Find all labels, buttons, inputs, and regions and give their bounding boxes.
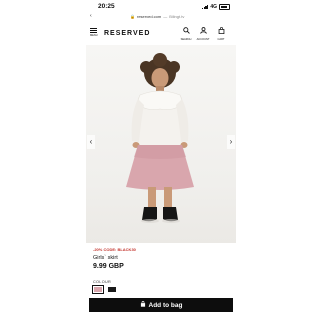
user-icon — [196, 27, 210, 37]
site-header: MENU RESERVED SEARCH ACCOUNT CART — [86, 23, 236, 46]
account-label: ACCOUNT — [196, 38, 210, 41]
network-label: 4G — [210, 4, 217, 10]
colour-label: COLOUR — [93, 280, 112, 284]
lock-icon: 🔒 — [130, 13, 135, 19]
next-image-button[interactable]: › — [227, 135, 235, 149]
bag-icon — [214, 27, 228, 37]
cart-label: CART — [217, 38, 225, 41]
product-price: 9.99 GBP — [93, 263, 124, 270]
signal-icon — [202, 5, 209, 9]
browser-url-bar[interactable]: ‹ 🔒 reserved.com — Bilingt.tv — [86, 12, 236, 21]
url-subtitle: Bilingt.tv — [169, 13, 185, 19]
url-host: reserved.com — [136, 13, 162, 19]
search-label: SEARCH — [180, 38, 192, 41]
battery-icon — [219, 4, 230, 10]
menu-label: MENU — [90, 34, 98, 38]
menu-button[interactable]: MENU — [90, 28, 100, 37]
colour-swatch-black[interactable] — [108, 287, 116, 292]
status-time: 20:25 — [98, 3, 115, 10]
phone-screen: 20:25 4G ‹ 🔒 reserved.com — Bilingt.tv M… — [86, 0, 236, 320]
search-icon — [179, 27, 193, 37]
hamburger-icon — [90, 28, 100, 34]
previous-image-button[interactable]: ‹ — [87, 135, 95, 149]
url-separator: — — [163, 13, 168, 19]
site-logo[interactable]: RESERVED — [104, 30, 150, 37]
back-arrow-icon[interactable]: ‹ — [90, 13, 92, 19]
add-to-bag-button[interactable]: Add to bag — [89, 298, 233, 312]
cart-button[interactable]: CART — [214, 27, 228, 41]
product-photo[interactable]: ‹ › — [86, 45, 236, 243]
account-button[interactable]: ACCOUNT — [196, 27, 210, 41]
model-illustration — [126, 53, 194, 223]
bag-icon — [140, 301, 146, 309]
search-button[interactable]: SEARCH — [179, 27, 193, 41]
status-indicators: 4G — [202, 4, 230, 10]
add-to-bag-label: Add to bag — [148, 301, 183, 309]
colour-swatch-pink[interactable] — [92, 285, 104, 294]
url-display[interactable]: 🔒 reserved.com — Bilingt.tv — [130, 14, 184, 19]
product-name: Girls` skirt — [93, 255, 118, 261]
promo-code: -20% CODE: BLACK30 — [93, 247, 136, 252]
